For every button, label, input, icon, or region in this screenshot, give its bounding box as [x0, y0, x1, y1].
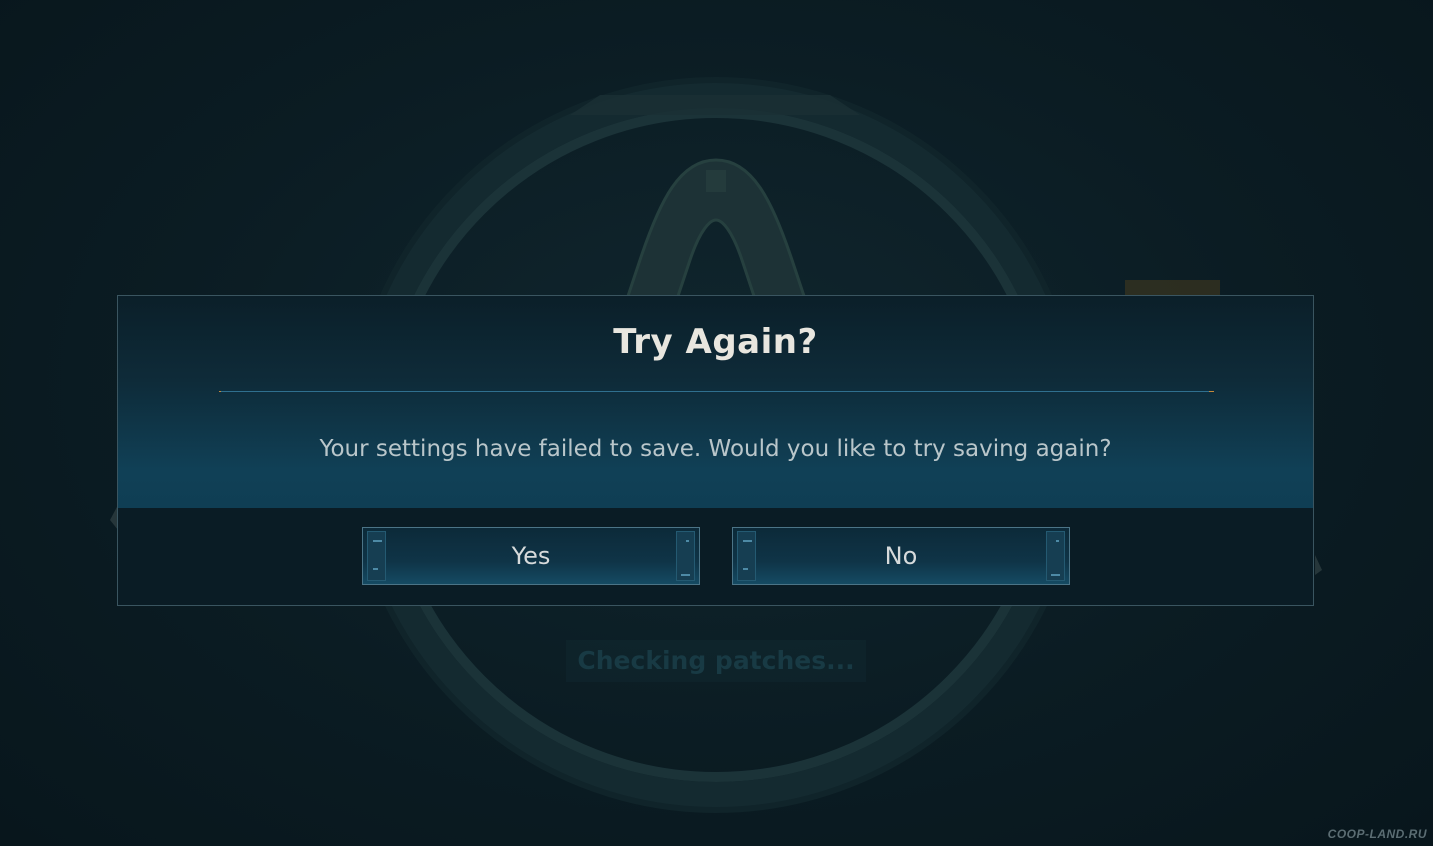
yes-button[interactable]: Yes [362, 527, 700, 585]
yes-button-label: Yes [511, 542, 551, 570]
try-again-dialog: Try Again? Your settings have failed to … [117, 295, 1314, 606]
title-divider [221, 391, 1211, 392]
divider-right-cap [1209, 391, 1214, 392]
loading-status-text: Checking patches... [566, 640, 866, 682]
dialog-title: Try Again? [613, 322, 818, 362]
no-button[interactable]: No [732, 527, 1070, 585]
dialog-button-panel [118, 508, 1313, 605]
dialog-message: Your settings have failed to save. Would… [319, 436, 1112, 462]
no-button-label: No [884, 542, 918, 570]
watermark-logo: COOP-LAND.RU [1327, 827, 1427, 841]
